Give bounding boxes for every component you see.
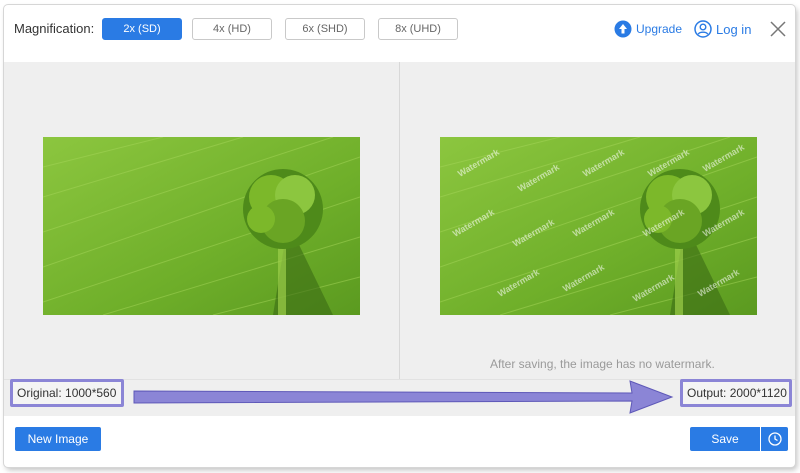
mag-2x-button[interactable]: 2x (SD)	[102, 18, 182, 40]
upgrade-label: Upgrade	[636, 22, 683, 36]
upgrade-button[interactable]: Upgrade	[614, 18, 682, 40]
mag-6x-button[interactable]: 6x (SHD)	[285, 18, 365, 40]
magnification-label: Magnification:	[14, 21, 95, 36]
watermark-note: After saving, the image has no watermark…	[490, 357, 715, 371]
history-button[interactable]	[761, 427, 788, 451]
save-button[interactable]: Save	[690, 427, 760, 451]
original-resolution: Original: 1000*560	[10, 379, 124, 407]
login-label: Log in	[716, 21, 752, 37]
close-icon[interactable]	[769, 20, 787, 38]
original-resolution-label: Original: 1000*560	[17, 386, 117, 400]
output-preview-pane: Watermark Watermark Watermark Watermark …	[400, 62, 795, 379]
output-resolution: Output: 2000*1120	[680, 379, 792, 407]
mag-4x-button[interactable]: 4x (HD)	[192, 18, 272, 40]
login-button[interactable]: Log in	[694, 18, 751, 40]
clock-icon	[767, 432, 782, 446]
mag-8x-button[interactable]: 8x (UHD)	[378, 18, 458, 40]
toolbar: Magnification: 2x (SD) 4x (HD) 6x (SHD) …	[4, 5, 795, 61]
user-icon	[694, 20, 712, 38]
annotation-arrow-icon	[133, 380, 674, 414]
new-image-button[interactable]: New Image	[15, 427, 101, 451]
output-image: Watermark Watermark Watermark Watermark …	[440, 137, 757, 315]
output-resolution-label: Output: 2000*1120	[687, 386, 787, 400]
image-upscaler-window: Magnification: 2x (SD) 4x (HD) 6x (SHD) …	[4, 5, 795, 467]
upgrade-arrow-icon	[614, 20, 632, 38]
original-image	[43, 137, 360, 315]
original-preview-pane	[4, 62, 399, 379]
